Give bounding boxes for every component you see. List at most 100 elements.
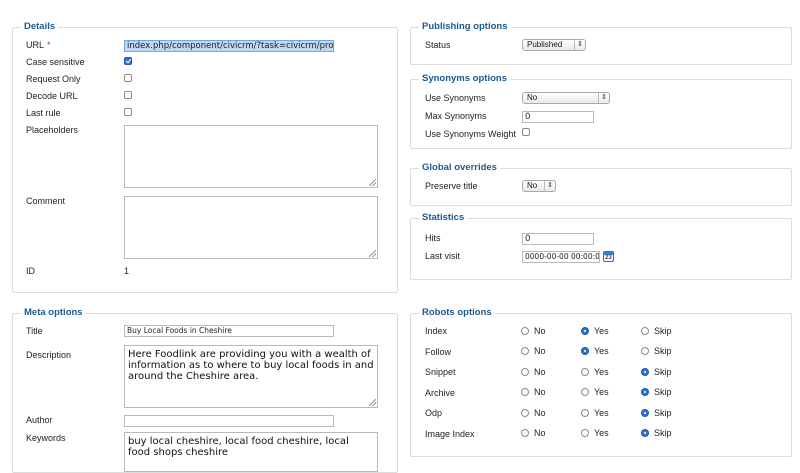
radio-label: Skip xyxy=(654,407,672,418)
use-synonyms-weight-checkbox[interactable] xyxy=(522,128,530,136)
robots-snippet-yes-radio[interactable]: Yes xyxy=(581,367,609,377)
resize-grip-icon[interactable] xyxy=(369,179,376,186)
radio-label: Yes xyxy=(594,366,609,377)
radio-label: Yes xyxy=(594,346,609,356)
radio-button[interactable] xyxy=(521,326,529,335)
select-arrows-icon: ⇕ xyxy=(598,93,607,103)
meta-author-label: Author xyxy=(26,415,53,425)
decode-url-label: Decode URL xyxy=(26,91,78,101)
meta-keywords-text: buy local cheshire, local food cheshire,… xyxy=(128,436,349,458)
synonyms-options-legend: Synonyms options xyxy=(419,73,510,84)
radio-button[interactable] xyxy=(521,388,529,396)
select-arrows-icon: ⇕ xyxy=(574,40,583,50)
comment-label: Comment xyxy=(26,196,66,206)
case-sensitive-checkbox[interactable] xyxy=(124,57,132,65)
global-overrides-legend: Global overrides xyxy=(419,162,500,173)
use-synonyms-select[interactable]: No ⇕ xyxy=(522,92,610,104)
meta-keywords-label: Keywords xyxy=(26,433,66,443)
publishing-options-fieldset: Publishing options xyxy=(410,21,792,65)
robots-odp-no-radio[interactable]: No xyxy=(521,408,546,418)
robots-image-index-no-radio[interactable]: No xyxy=(521,428,546,438)
resize-grip-icon[interactable] xyxy=(369,399,376,406)
radio-button[interactable] xyxy=(581,429,589,437)
radio-button[interactable] xyxy=(641,367,649,376)
radio-label: Skip xyxy=(654,346,672,356)
radio-button[interactable] xyxy=(581,388,589,396)
last-visit-input[interactable]: 0000-00-00 00:00:00 xyxy=(522,251,600,263)
status-select[interactable]: Published ⇕ xyxy=(522,39,586,51)
robots-odp-skip-radio[interactable]: Skip xyxy=(641,408,672,418)
robots-follow-yes-radio[interactable]: Yes xyxy=(581,346,609,356)
comment-textarea[interactable] xyxy=(124,196,378,259)
preserve-title-select[interactable]: No ⇕ xyxy=(522,180,556,192)
radio-button[interactable] xyxy=(641,408,649,417)
radio-button[interactable] xyxy=(641,429,649,437)
select-arrows-icon: ⇕ xyxy=(544,181,553,191)
meta-keywords-textarea[interactable]: buy local cheshire, local food cheshire,… xyxy=(124,432,378,472)
required-mark: * xyxy=(47,40,51,50)
radio-button[interactable] xyxy=(641,347,649,355)
radio-button[interactable] xyxy=(581,367,589,376)
radio-label: Yes xyxy=(594,325,609,336)
details-legend: Details xyxy=(21,21,59,32)
resize-grip-icon[interactable] xyxy=(369,250,376,257)
last-visit-label: Last visit xyxy=(425,251,461,261)
radio-button[interactable] xyxy=(521,408,529,417)
radio-button[interactable] xyxy=(521,367,529,376)
id-value: 1 xyxy=(124,266,130,276)
last-rule-label: Last rule xyxy=(26,108,61,118)
radio-button[interactable] xyxy=(521,347,529,355)
hits-label: Hits xyxy=(425,233,441,243)
radio-button[interactable] xyxy=(581,347,589,355)
max-synonyms-input[interactable]: 0 xyxy=(522,111,594,123)
robots-archive-skip-radio[interactable]: Skip xyxy=(641,387,672,397)
radio-label: Skip xyxy=(654,387,672,397)
robots-snippet-skip-radio[interactable]: Skip xyxy=(641,367,672,377)
radio-button[interactable] xyxy=(641,326,649,335)
robots-odp-yes-radio[interactable]: Yes xyxy=(581,408,609,418)
robots-index-skip-radio[interactable]: Skip xyxy=(641,326,672,336)
radio-label: No xyxy=(534,346,546,356)
meta-description-textarea[interactable]: Here Foodlink are providing you with a w… xyxy=(124,345,378,408)
radio-label: Skip xyxy=(654,325,672,336)
radio-label: Skip xyxy=(654,428,672,438)
hits-input[interactable]: 0 xyxy=(522,233,594,245)
robots-index-yes-radio[interactable]: Yes xyxy=(581,326,609,336)
radio-label: Yes xyxy=(594,387,609,397)
radio-label: No xyxy=(534,428,546,438)
meta-title-input[interactable]: Buy Local Foods in Cheshire xyxy=(124,325,334,337)
robots-row-label: Follow xyxy=(425,346,452,357)
robots-archive-no-radio[interactable]: No xyxy=(521,387,546,397)
radio-label: No xyxy=(534,387,546,397)
robots-archive-yes-radio[interactable]: Yes xyxy=(581,387,609,397)
robots-index-no-radio[interactable]: No xyxy=(521,326,546,336)
preserve-title-label: Preserve title xyxy=(425,181,478,191)
request-only-checkbox[interactable] xyxy=(124,74,132,82)
id-label: ID xyxy=(26,266,35,276)
radio-button[interactable] xyxy=(521,429,529,437)
placeholders-textarea[interactable] xyxy=(124,125,378,188)
calendar-icon[interactable]: 23 xyxy=(603,251,614,262)
robots-follow-no-radio[interactable]: No xyxy=(521,346,546,356)
radio-button[interactable] xyxy=(581,326,589,335)
robots-follow-skip-radio[interactable]: Skip xyxy=(641,346,672,356)
use-synonyms-weight-label: Use Synonyms Weight xyxy=(425,129,516,139)
url-label: URL * xyxy=(26,40,51,50)
meta-author-input[interactable] xyxy=(124,415,334,427)
meta-description-label: Description xyxy=(26,350,72,360)
robots-image-index-yes-radio[interactable]: Yes xyxy=(581,428,609,438)
radio-button[interactable] xyxy=(641,388,649,396)
statistics-legend: Statistics xyxy=(419,212,468,223)
request-only-label: Request Only xyxy=(26,74,81,84)
robots-snippet-no-radio[interactable]: No xyxy=(521,367,546,377)
status-label: Status xyxy=(425,40,451,50)
last-rule-checkbox[interactable] xyxy=(124,108,132,116)
radio-label: Skip xyxy=(654,366,672,377)
url-input[interactable]: index.php/component/civicrm/?task=civicr… xyxy=(124,40,334,52)
meta-description-text: Here Foodlink are providing you with a w… xyxy=(128,349,374,382)
decode-url-checkbox[interactable] xyxy=(124,91,132,99)
publishing-options-legend: Publishing options xyxy=(419,21,511,32)
robots-image-index-skip-radio[interactable]: Skip xyxy=(641,428,672,438)
radio-button[interactable] xyxy=(581,408,589,417)
robots-row-label: Odp xyxy=(425,408,443,418)
